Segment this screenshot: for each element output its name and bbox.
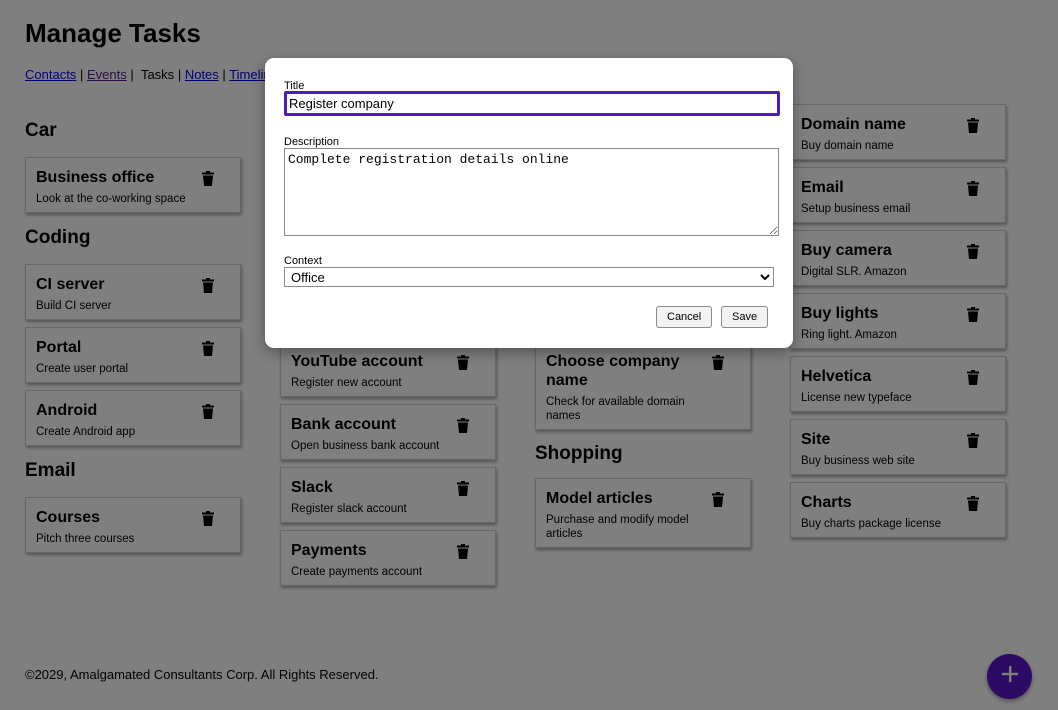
description-label: Description (284, 136, 340, 148)
edit-task-dialog: Title Description Complete registration … (265, 58, 793, 348)
save-button[interactable]: Save (721, 306, 769, 328)
context-select[interactable]: Office (284, 267, 774, 287)
description-textarea[interactable]: Complete registration details online (284, 148, 779, 236)
context-label: Context (284, 255, 322, 267)
cancel-button[interactable]: Cancel (656, 306, 713, 328)
title-input[interactable] (284, 91, 780, 116)
